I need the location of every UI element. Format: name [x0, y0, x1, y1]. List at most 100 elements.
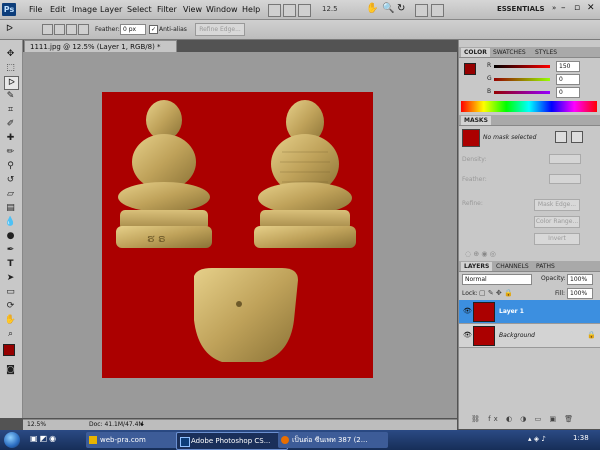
tab-color[interactable]: COLOR	[461, 48, 490, 57]
quick-selection-tool-icon[interactable]: ✎	[4, 90, 17, 102]
quick-launch-icons[interactable]: ▣◩◉	[30, 434, 72, 446]
antialias-label: Anti-alias	[159, 26, 187, 33]
image-canvas[interactable]: ຮ ຣ	[102, 92, 373, 378]
shape-tool-icon[interactable]: ▭	[4, 286, 17, 298]
status-menu-icon[interactable]: ▸	[141, 420, 144, 430]
menu-view[interactable]: View	[183, 5, 202, 14]
minimize-icon[interactable]: –	[561, 3, 566, 13]
background-visibility-eye-icon[interactable]: 👁	[463, 331, 472, 339]
quick-mask-icon[interactable]: ◙	[4, 364, 17, 376]
refine-edge-button[interactable]: Refine Edge...	[195, 23, 245, 36]
layer-name[interactable]: Layer 1	[499, 308, 524, 315]
3d-rotate-tool-icon[interactable]: ⟳	[4, 300, 17, 312]
rotate-view-icon[interactable]: ↻	[397, 3, 405, 14]
screen-mode-icon[interactable]	[431, 4, 444, 17]
gradient-tool-icon[interactable]: ▤	[4, 202, 17, 214]
menu-file[interactable]: File	[29, 5, 42, 14]
tab-masks[interactable]: MASKS	[461, 116, 491, 125]
crop-tool-icon[interactable]: ⌗	[4, 104, 17, 116]
add-vector-mask-icon[interactable]	[571, 131, 583, 143]
fill-input[interactable]: 100%	[567, 288, 593, 299]
mini-bridge-icon[interactable]	[283, 4, 296, 17]
menu-layer[interactable]: Layer	[100, 5, 122, 14]
extras-icon[interactable]	[298, 4, 311, 17]
tab-layers[interactable]: LAYERS	[461, 262, 493, 271]
color-fg-swatch[interactable]	[464, 63, 476, 75]
blur-tool-icon[interactable]: 💧	[4, 216, 17, 228]
blue-value-input[interactable]: 0	[556, 87, 580, 98]
workspace-more-icon[interactable]: »	[552, 4, 556, 12]
red-slider[interactable]	[494, 65, 550, 68]
tray-icons[interactable]: ▴ ◈ ♪	[528, 435, 568, 445]
layers-footer-icons[interactable]: ⛓ fx ◐ ◑ ▭ ▣ 🗑	[471, 415, 576, 423]
layer-row-layer-1[interactable]: 👁 Layer 1	[459, 300, 600, 324]
hand-tool-icon[interactable]: ✋	[4, 314, 17, 326]
workspace-switcher[interactable]: ESSENTIALS	[497, 3, 551, 16]
dodge-tool-icon[interactable]: ●	[4, 230, 17, 242]
tab-swatches[interactable]: SWATCHES	[490, 48, 529, 57]
restore-icon[interactable]: ▫	[574, 3, 580, 13]
marquee-tool-icon[interactable]: ⬚	[4, 62, 17, 74]
zoom-tool-icon[interactable]: 🔍	[382, 3, 394, 14]
mask-feather-input[interactable]	[549, 174, 581, 184]
color-range-button[interactable]: Color Range...	[534, 216, 580, 228]
feather-input[interactable]: 0 px	[120, 24, 146, 35]
task-browser[interactable]: web-pra.com	[86, 432, 184, 448]
path-selection-tool-icon[interactable]: ➤	[4, 272, 17, 284]
subtract-selection-icon[interactable]	[66, 24, 77, 35]
lasso-preset-icon[interactable]: ᐅ	[6, 24, 13, 34]
foreground-color-swatch[interactable]	[3, 344, 15, 356]
clone-stamp-tool-icon[interactable]: ⚲	[4, 160, 17, 172]
task-photoshop[interactable]: Adobe Photoshop CS...	[176, 432, 288, 450]
opacity-label: Opacity:	[541, 275, 566, 282]
menu-help[interactable]: Help	[242, 5, 260, 14]
menu-window[interactable]: Window	[206, 5, 238, 14]
layer-name[interactable]: Background	[499, 332, 535, 339]
hand-tool-icon[interactable]: ✋	[366, 3, 378, 14]
move-tool-icon[interactable]: ✥	[4, 48, 17, 60]
blue-slider[interactable]	[494, 91, 550, 94]
brush-tool-icon[interactable]: ✏	[4, 146, 17, 158]
invert-button[interactable]: Invert	[534, 233, 580, 245]
mask-edge-button[interactable]: Mask Edge...	[534, 199, 580, 211]
opacity-input[interactable]: 100%	[567, 274, 593, 285]
green-slider[interactable]	[494, 78, 550, 81]
zoom-tool-icon[interactable]: ⌕	[4, 328, 17, 340]
density-input[interactable]	[549, 154, 581, 164]
eyedropper-tool-icon[interactable]: ✐	[4, 118, 17, 130]
red-value-input[interactable]: 150	[556, 61, 580, 72]
mask-footer-icons[interactable]: ◌ ⊕ ◉ ◎	[465, 250, 496, 258]
task-label: web-pra.com	[100, 436, 146, 444]
add-pixel-mask-icon[interactable]	[555, 131, 567, 143]
layer-row-background[interactable]: 👁 Background 🔒	[459, 324, 600, 348]
lock-icons[interactable]: ▢ ✎ ✥ 🔒	[479, 289, 513, 297]
menu-select[interactable]: Select	[127, 5, 152, 14]
tab-styles[interactable]: STYLES	[532, 48, 560, 57]
bridge-icon[interactable]	[268, 4, 281, 17]
history-brush-tool-icon[interactable]: ↺	[4, 174, 17, 186]
antialias-checkbox[interactable]: ✓	[149, 25, 158, 34]
layer-visibility-eye-icon[interactable]: 👁	[463, 307, 472, 315]
arrange-documents-icon[interactable]	[415, 4, 428, 17]
green-value-input[interactable]: 0	[556, 74, 580, 85]
zoom-level-select[interactable]: 12.5	[322, 4, 354, 15]
zoom-readout[interactable]: 12.5%	[27, 420, 46, 430]
menu-edit[interactable]: Edit	[50, 5, 66, 14]
blend-mode-select[interactable]: Normal	[462, 274, 532, 285]
start-button[interactable]	[4, 432, 20, 448]
task-chat[interactable]: เป็นต่อ ซีนเพท 387 (2...	[278, 432, 388, 448]
tab-channels[interactable]: CHANNELS	[493, 262, 532, 271]
intersect-selection-icon[interactable]	[78, 24, 89, 35]
menu-image[interactable]: Image	[72, 5, 97, 14]
pen-tool-icon[interactable]: ✒	[4, 244, 17, 256]
new-selection-icon[interactable]	[42, 24, 53, 35]
menu-filter[interactable]: Filter	[157, 5, 177, 14]
healing-brush-tool-icon[interactable]: ✚	[4, 132, 17, 144]
type-tool-icon[interactable]: T	[4, 258, 17, 270]
lasso-tool-icon[interactable]: ᐅ	[4, 76, 19, 90]
add-selection-icon[interactable]	[54, 24, 65, 35]
color-spectrum-bar[interactable]	[461, 101, 597, 112]
tab-paths[interactable]: PATHS	[533, 262, 558, 271]
eraser-tool-icon[interactable]: ▱	[4, 188, 17, 200]
close-icon[interactable]: ✕	[587, 3, 595, 13]
